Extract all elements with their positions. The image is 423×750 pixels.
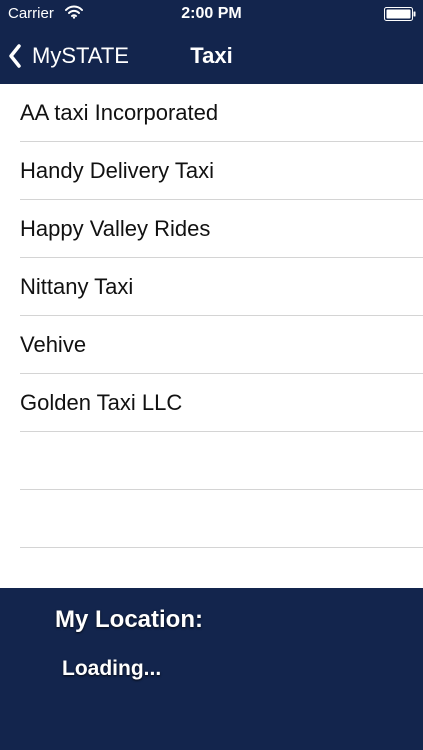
list-item-label: Vehive	[20, 332, 87, 357]
location-heading: My Location:	[55, 606, 203, 633]
list-item-vehive[interactable]: Vehive	[0, 316, 423, 374]
location-panel: My Location: Loading...	[0, 588, 423, 750]
top-bar: Carrier 2:00 PM MySTATE Taxi	[0, 0, 423, 84]
taxi-list: AA taxi Incorporated Handy Delivery Taxi…	[0, 84, 423, 588]
list-item-handy-delivery[interactable]: Handy Delivery Taxi	[0, 142, 423, 200]
location-status: Loading...	[62, 657, 162, 680]
battery-icon	[384, 7, 416, 21]
navigation-bar: MySTATE Taxi	[0, 28, 423, 84]
list-item-happy-valley[interactable]: Happy Valley Rides	[0, 200, 423, 258]
chevron-left-icon	[9, 44, 21, 68]
list-item-label: Handy Delivery Taxi	[20, 158, 215, 183]
page-title: Taxi	[190, 43, 233, 68]
list-item-label: Happy Valley Rides	[20, 216, 211, 241]
status-bar: Carrier 2:00 PM	[0, 0, 423, 28]
empty-row	[0, 490, 423, 548]
back-button[interactable]: MySTATE	[8, 41, 129, 71]
list-item-golden-taxi[interactable]: Golden Taxi LLC	[0, 374, 423, 432]
empty-row	[0, 432, 423, 490]
list-item-nittany-taxi[interactable]: Nittany Taxi	[0, 258, 423, 316]
list-item-label: AA taxi Incorporated	[20, 100, 219, 125]
list-item-label: Golden Taxi LLC	[20, 390, 183, 415]
list-item-label: Nittany Taxi	[20, 274, 134, 299]
clock: 2:00 PM	[181, 5, 242, 22]
back-button-label: MySTATE	[32, 43, 129, 68]
list-item-aa-taxi[interactable]: AA taxi Incorporated	[0, 84, 423, 142]
